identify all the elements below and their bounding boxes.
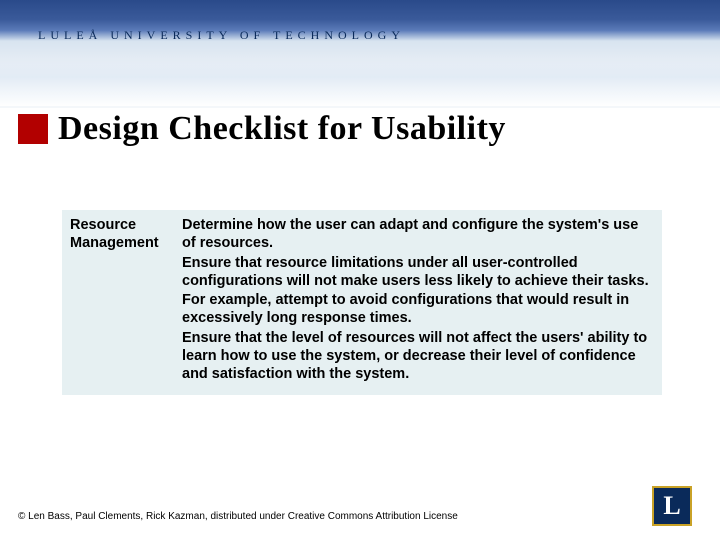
slide-title: Design Checklist for Usability [58, 110, 506, 148]
footer-attribution: © Len Bass, Paul Clements, Rick Kazman, … [18, 511, 458, 522]
content-table: Resource Management Determine how the us… [62, 210, 662, 395]
logo-letter: L [663, 491, 680, 521]
header-mountain-overlay [0, 58, 720, 106]
content-paragraph: Ensure that the level of resources will … [182, 329, 652, 383]
title-row: Design Checklist for Usability [18, 110, 506, 148]
content-paragraph: Ensure that resource limitations under a… [182, 254, 652, 327]
slide: LULEÅ UNIVERSITY OF TECHNOLOGY Design Ch… [0, 0, 720, 540]
row-content: Determine how the user can adapt and con… [178, 210, 662, 395]
content-paragraph: Determine how the user can adapt and con… [182, 216, 652, 252]
university-logo: L [652, 486, 692, 526]
table-row: Resource Management Determine how the us… [62, 210, 662, 395]
title-bullet-icon [18, 114, 48, 144]
row-label: Resource Management [62, 210, 178, 395]
university-name: LULEÅ UNIVERSITY OF TECHNOLOGY [38, 28, 405, 43]
